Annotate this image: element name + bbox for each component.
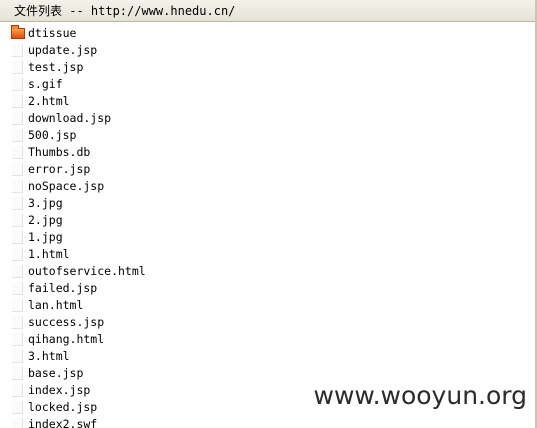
file-name[interactable]: 1.html xyxy=(28,246,70,263)
file-icon xyxy=(12,282,23,295)
file-icon xyxy=(12,384,23,397)
file-name[interactable]: 1.jpg xyxy=(28,229,63,246)
file-name[interactable]: index2.swf xyxy=(28,416,97,428)
file-name[interactable]: locked.jsp xyxy=(28,399,97,416)
file-name[interactable]: lan.html xyxy=(28,297,83,314)
file-name[interactable]: 3.jpg xyxy=(28,195,63,212)
file-icon xyxy=(12,197,23,210)
file-name[interactable]: success.jsp xyxy=(28,314,104,331)
file-name[interactable]: noSpace.jsp xyxy=(28,178,104,195)
file-icon xyxy=(12,333,23,346)
file-icon xyxy=(12,350,23,363)
file-name[interactable]: update.jsp xyxy=(28,42,97,59)
file-icon xyxy=(12,401,23,414)
file-icon xyxy=(12,418,23,428)
file-name[interactable]: 2.html xyxy=(28,93,70,110)
file-icon xyxy=(12,367,23,380)
file-name[interactable]: error.jsp xyxy=(28,161,90,178)
file-icon xyxy=(12,78,23,91)
file-name[interactable]: s.gif xyxy=(28,76,63,93)
file-name[interactable]: base.jsp xyxy=(28,365,83,382)
file-name[interactable]: index.jsp xyxy=(28,382,90,399)
file-icon xyxy=(12,95,23,108)
file-icon xyxy=(12,129,23,142)
file-name[interactable]: qihang.html xyxy=(28,331,104,348)
file-name[interactable]: 2.jpg xyxy=(28,212,63,229)
file-icon xyxy=(12,265,23,278)
file-name[interactable]: outofservice.html xyxy=(28,263,146,280)
file-icon xyxy=(12,214,23,227)
file-icon xyxy=(12,61,23,74)
file-name[interactable]: dtissue xyxy=(28,25,76,42)
file-icon xyxy=(12,248,23,261)
folder-icon xyxy=(11,25,25,39)
file-icon xyxy=(12,299,23,312)
file-icon xyxy=(12,231,23,244)
file-icon xyxy=(12,146,23,159)
file-icon xyxy=(12,316,23,329)
watermark-text: www.wooyun.org xyxy=(313,381,527,410)
file-name[interactable]: Thumbs.db xyxy=(28,144,90,161)
file-name[interactable]: test.jsp xyxy=(28,59,83,76)
file-name[interactable]: download.jsp xyxy=(28,110,111,127)
file-name[interactable]: 500.jsp xyxy=(28,127,76,144)
file-icon xyxy=(12,163,23,176)
file-name[interactable]: 3.html xyxy=(28,348,70,365)
file-icon xyxy=(12,44,23,57)
file-list-header: 文件列表 -- http://www.hnedu.cn/ xyxy=(0,0,537,22)
file-icon xyxy=(12,180,23,193)
file-name[interactable]: failed.jsp xyxy=(28,280,97,297)
file-icon xyxy=(12,112,23,125)
